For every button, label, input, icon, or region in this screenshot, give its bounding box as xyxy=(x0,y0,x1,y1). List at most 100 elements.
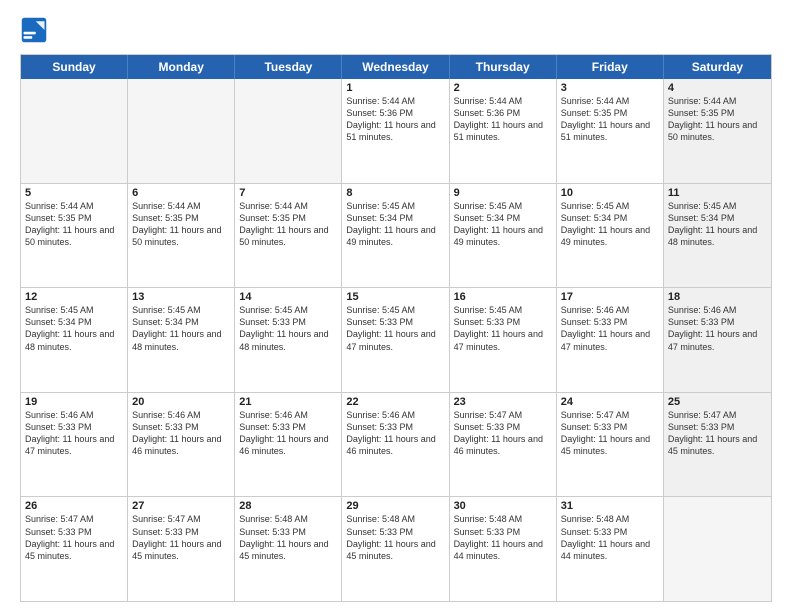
calendar-cell-1: 1Sunrise: 5:44 AMSunset: 5:36 PMDaylight… xyxy=(342,79,449,183)
cell-info: Sunrise: 5:46 AMSunset: 5:33 PMDaylight:… xyxy=(668,304,767,353)
calendar-cell-28: 28Sunrise: 5:48 AMSunset: 5:33 PMDayligh… xyxy=(235,497,342,601)
calendar-cell-26: 26Sunrise: 5:47 AMSunset: 5:33 PMDayligh… xyxy=(21,497,128,601)
cell-info: Sunrise: 5:45 AMSunset: 5:34 PMDaylight:… xyxy=(132,304,230,353)
calendar-cell-9: 9Sunrise: 5:45 AMSunset: 5:34 PMDaylight… xyxy=(450,184,557,288)
cell-info: Sunrise: 5:47 AMSunset: 5:33 PMDaylight:… xyxy=(132,513,230,562)
cell-info: Sunrise: 5:47 AMSunset: 5:33 PMDaylight:… xyxy=(25,513,123,562)
cell-info: Sunrise: 5:44 AMSunset: 5:35 PMDaylight:… xyxy=(668,95,767,144)
calendar-header: SundayMondayTuesdayWednesdayThursdayFrid… xyxy=(21,55,771,79)
logo-icon xyxy=(20,16,48,44)
day-number: 8 xyxy=(346,187,444,199)
calendar-cell-17: 17Sunrise: 5:46 AMSunset: 5:33 PMDayligh… xyxy=(557,288,664,392)
day-number: 6 xyxy=(132,187,230,199)
header xyxy=(20,16,772,44)
day-number: 4 xyxy=(668,82,767,94)
calendar-row-1: 5Sunrise: 5:44 AMSunset: 5:35 PMDaylight… xyxy=(21,183,771,288)
calendar-cell-14: 14Sunrise: 5:45 AMSunset: 5:33 PMDayligh… xyxy=(235,288,342,392)
calendar-cell-3: 3Sunrise: 5:44 AMSunset: 5:35 PMDaylight… xyxy=(557,79,664,183)
day-number: 2 xyxy=(454,82,552,94)
calendar-cell-5: 5Sunrise: 5:44 AMSunset: 5:35 PMDaylight… xyxy=(21,184,128,288)
weekday-header-thursday: Thursday xyxy=(450,55,557,79)
day-number: 9 xyxy=(454,187,552,199)
calendar: SundayMondayTuesdayWednesdayThursdayFrid… xyxy=(20,54,772,602)
calendar-cell-empty xyxy=(128,79,235,183)
calendar-row-4: 26Sunrise: 5:47 AMSunset: 5:33 PMDayligh… xyxy=(21,496,771,601)
cell-info: Sunrise: 5:46 AMSunset: 5:33 PMDaylight:… xyxy=(561,304,659,353)
cell-info: Sunrise: 5:45 AMSunset: 5:33 PMDaylight:… xyxy=(346,304,444,353)
day-number: 21 xyxy=(239,396,337,408)
calendar-row-3: 19Sunrise: 5:46 AMSunset: 5:33 PMDayligh… xyxy=(21,392,771,497)
calendar-cell-16: 16Sunrise: 5:45 AMSunset: 5:33 PMDayligh… xyxy=(450,288,557,392)
day-number: 13 xyxy=(132,291,230,303)
calendar-row-0: 1Sunrise: 5:44 AMSunset: 5:36 PMDaylight… xyxy=(21,79,771,183)
weekday-header-saturday: Saturday xyxy=(664,55,771,79)
cell-info: Sunrise: 5:45 AMSunset: 5:34 PMDaylight:… xyxy=(668,200,767,249)
cell-info: Sunrise: 5:44 AMSunset: 5:36 PMDaylight:… xyxy=(346,95,444,144)
cell-info: Sunrise: 5:44 AMSunset: 5:35 PMDaylight:… xyxy=(561,95,659,144)
calendar-cell-10: 10Sunrise: 5:45 AMSunset: 5:34 PMDayligh… xyxy=(557,184,664,288)
calendar-cell-19: 19Sunrise: 5:46 AMSunset: 5:33 PMDayligh… xyxy=(21,393,128,497)
day-number: 22 xyxy=(346,396,444,408)
day-number: 25 xyxy=(668,396,767,408)
day-number: 26 xyxy=(25,500,123,512)
calendar-cell-4: 4Sunrise: 5:44 AMSunset: 5:35 PMDaylight… xyxy=(664,79,771,183)
cell-info: Sunrise: 5:44 AMSunset: 5:35 PMDaylight:… xyxy=(132,200,230,249)
day-number: 10 xyxy=(561,187,659,199)
day-number: 31 xyxy=(561,500,659,512)
cell-info: Sunrise: 5:46 AMSunset: 5:33 PMDaylight:… xyxy=(25,409,123,458)
page: SundayMondayTuesdayWednesdayThursdayFrid… xyxy=(0,0,792,612)
day-number: 3 xyxy=(561,82,659,94)
day-number: 14 xyxy=(239,291,337,303)
day-number: 18 xyxy=(668,291,767,303)
weekday-header-friday: Friday xyxy=(557,55,664,79)
calendar-cell-21: 21Sunrise: 5:46 AMSunset: 5:33 PMDayligh… xyxy=(235,393,342,497)
cell-info: Sunrise: 5:45 AMSunset: 5:34 PMDaylight:… xyxy=(25,304,123,353)
calendar-cell-12: 12Sunrise: 5:45 AMSunset: 5:34 PMDayligh… xyxy=(21,288,128,392)
calendar-cell-22: 22Sunrise: 5:46 AMSunset: 5:33 PMDayligh… xyxy=(342,393,449,497)
day-number: 15 xyxy=(346,291,444,303)
calendar-cell-empty xyxy=(664,497,771,601)
weekday-header-monday: Monday xyxy=(128,55,235,79)
day-number: 1 xyxy=(346,82,444,94)
weekday-header-wednesday: Wednesday xyxy=(342,55,449,79)
day-number: 12 xyxy=(25,291,123,303)
calendar-body: 1Sunrise: 5:44 AMSunset: 5:36 PMDaylight… xyxy=(21,79,771,601)
day-number: 5 xyxy=(25,187,123,199)
day-number: 11 xyxy=(668,187,767,199)
calendar-row-2: 12Sunrise: 5:45 AMSunset: 5:34 PMDayligh… xyxy=(21,287,771,392)
calendar-cell-23: 23Sunrise: 5:47 AMSunset: 5:33 PMDayligh… xyxy=(450,393,557,497)
day-number: 19 xyxy=(25,396,123,408)
day-number: 17 xyxy=(561,291,659,303)
calendar-cell-empty xyxy=(235,79,342,183)
cell-info: Sunrise: 5:48 AMSunset: 5:33 PMDaylight:… xyxy=(454,513,552,562)
cell-info: Sunrise: 5:48 AMSunset: 5:33 PMDaylight:… xyxy=(239,513,337,562)
calendar-cell-11: 11Sunrise: 5:45 AMSunset: 5:34 PMDayligh… xyxy=(664,184,771,288)
calendar-cell-31: 31Sunrise: 5:48 AMSunset: 5:33 PMDayligh… xyxy=(557,497,664,601)
calendar-cell-27: 27Sunrise: 5:47 AMSunset: 5:33 PMDayligh… xyxy=(128,497,235,601)
day-number: 24 xyxy=(561,396,659,408)
cell-info: Sunrise: 5:48 AMSunset: 5:33 PMDaylight:… xyxy=(346,513,444,562)
day-number: 20 xyxy=(132,396,230,408)
calendar-cell-18: 18Sunrise: 5:46 AMSunset: 5:33 PMDayligh… xyxy=(664,288,771,392)
cell-info: Sunrise: 5:46 AMSunset: 5:33 PMDaylight:… xyxy=(239,409,337,458)
cell-info: Sunrise: 5:44 AMSunset: 5:35 PMDaylight:… xyxy=(239,200,337,249)
cell-info: Sunrise: 5:48 AMSunset: 5:33 PMDaylight:… xyxy=(561,513,659,562)
day-number: 29 xyxy=(346,500,444,512)
cell-info: Sunrise: 5:44 AMSunset: 5:35 PMDaylight:… xyxy=(25,200,123,249)
logo xyxy=(20,16,52,44)
day-number: 7 xyxy=(239,187,337,199)
cell-info: Sunrise: 5:45 AMSunset: 5:33 PMDaylight:… xyxy=(239,304,337,353)
calendar-cell-25: 25Sunrise: 5:47 AMSunset: 5:33 PMDayligh… xyxy=(664,393,771,497)
calendar-cell-24: 24Sunrise: 5:47 AMSunset: 5:33 PMDayligh… xyxy=(557,393,664,497)
cell-info: Sunrise: 5:45 AMSunset: 5:34 PMDaylight:… xyxy=(561,200,659,249)
cell-info: Sunrise: 5:46 AMSunset: 5:33 PMDaylight:… xyxy=(346,409,444,458)
cell-info: Sunrise: 5:47 AMSunset: 5:33 PMDaylight:… xyxy=(668,409,767,458)
weekday-header-tuesday: Tuesday xyxy=(235,55,342,79)
cell-info: Sunrise: 5:45 AMSunset: 5:34 PMDaylight:… xyxy=(346,200,444,249)
calendar-cell-20: 20Sunrise: 5:46 AMSunset: 5:33 PMDayligh… xyxy=(128,393,235,497)
cell-info: Sunrise: 5:44 AMSunset: 5:36 PMDaylight:… xyxy=(454,95,552,144)
cell-info: Sunrise: 5:47 AMSunset: 5:33 PMDaylight:… xyxy=(454,409,552,458)
cell-info: Sunrise: 5:45 AMSunset: 5:34 PMDaylight:… xyxy=(454,200,552,249)
calendar-cell-30: 30Sunrise: 5:48 AMSunset: 5:33 PMDayligh… xyxy=(450,497,557,601)
day-number: 23 xyxy=(454,396,552,408)
